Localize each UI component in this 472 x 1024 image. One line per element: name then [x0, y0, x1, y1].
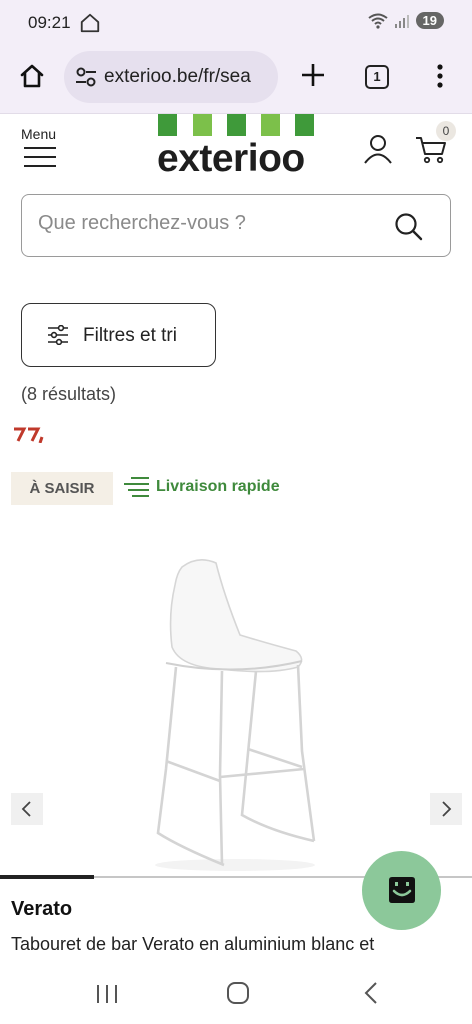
system-home-icon[interactable] [226, 981, 250, 1005]
chat-bot-icon [389, 877, 415, 903]
deal-badge: À SAISIR [11, 472, 113, 505]
system-navigation-bar [0, 962, 472, 1024]
search-box[interactable] [21, 194, 451, 257]
hamburger-menu-icon[interactable] [24, 146, 56, 168]
tabs-icon[interactable]: 1 [365, 65, 389, 89]
cart-count-badge: 0 [436, 121, 456, 141]
new-tab-plus-icon[interactable] [300, 62, 326, 88]
recent-apps-icon[interactable] [94, 984, 120, 1004]
site-settings-icon[interactable] [74, 66, 98, 88]
chat-button[interactable] [362, 851, 441, 930]
sliders-icon [48, 325, 68, 345]
fast-delivery-icon [124, 477, 149, 497]
signal-icon [394, 14, 409, 28]
price-fragment [14, 427, 44, 443]
product-description[interactable]: Tabouret de bar Verato en aluminium blan… [11, 934, 463, 955]
home-icon[interactable] [18, 62, 46, 90]
fast-delivery-tag: Livraison rapide [124, 475, 280, 499]
site-logo[interactable]: exterioo [157, 137, 305, 181]
battery-icon: 19 [415, 12, 444, 29]
home-outline-icon [80, 13, 100, 33]
fast-delivery-label: Livraison rapide [156, 478, 280, 495]
logo-mark-icon[interactable] [157, 114, 315, 136]
search-icon[interactable] [393, 211, 423, 241]
url-text[interactable]: exterioo.be/fr/sea [104, 66, 274, 88]
more-menu-icon[interactable] [430, 62, 450, 90]
filters-sort-button[interactable]: Filtres et tri [21, 303, 216, 367]
search-input[interactable] [38, 212, 378, 235]
address-bar[interactable]: exterioo.be/fr/sea [64, 51, 278, 103]
status-time: 09:21 [28, 13, 71, 32]
carousel-prev-button[interactable] [11, 793, 43, 825]
product-name[interactable]: Verato [11, 898, 72, 921]
carousel-progress-fill [0, 875, 95, 879]
back-icon[interactable] [362, 981, 380, 1005]
chevron-left-icon [21, 801, 31, 817]
chevron-right-icon [442, 801, 452, 817]
status-indicators: 19 [367, 12, 444, 29]
results-count: (8 résultats) [21, 384, 117, 404]
menu-label[interactable]: Menu [21, 126, 56, 142]
status-bar: 09:21 19 [0, 0, 472, 48]
carousel-next-button[interactable] [430, 793, 462, 825]
user-account-icon[interactable] [363, 134, 393, 164]
product-image[interactable] [120, 555, 350, 873]
wifi-icon [367, 13, 388, 29]
filters-sort-label: Filtres et tri [83, 325, 177, 346]
browser-toolbar: exterioo.be/fr/sea 1 [0, 48, 472, 114]
